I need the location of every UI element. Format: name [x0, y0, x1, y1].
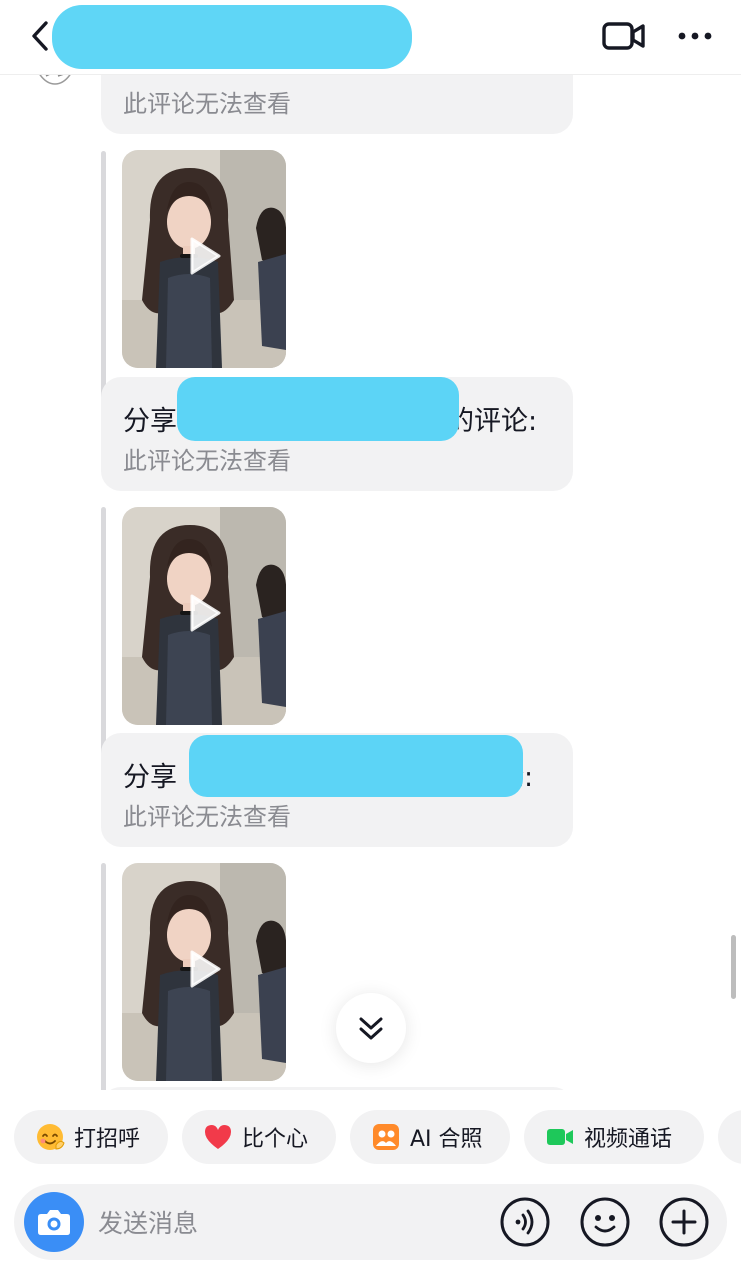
heart-icon — [205, 1125, 231, 1149]
video-thumbnail[interactable] — [122, 150, 286, 368]
shared-comment-bubble[interactable]: 分享论: 此评论无法查看 — [101, 733, 573, 847]
video-call-icon — [547, 1129, 573, 1145]
shared-comment-bubble[interactable] — [101, 1087, 573, 1090]
double-chevron-down-icon — [359, 1017, 383, 1040]
chip-label: 打招呼 — [74, 1127, 141, 1152]
more-options-button[interactable] — [674, 22, 716, 50]
chip-more[interactable] — [718, 1110, 741, 1164]
message-list[interactable]: 此评论无法查看 分享 的评论: 此评论无法查看 分享 此评论无法查看 — [0, 75, 741, 1090]
chat-header — [0, 0, 741, 75]
video-thumbnail[interactable] — [122, 507, 286, 725]
shared-comment-bubble[interactable]: 分享 的评论: 此评论无法查看 — [101, 377, 573, 491]
play-icon — [190, 950, 221, 988]
chip-label: AI 合照 — [410, 1127, 483, 1152]
play-icon — [190, 594, 221, 632]
avatar[interactable] — [34, 75, 76, 86]
plus-button[interactable] — [659, 1197, 709, 1247]
ai-photo-icon — [373, 1124, 399, 1150]
voice-icon — [500, 1197, 550, 1247]
username-redaction — [177, 377, 459, 441]
share-prefix: 分享 — [123, 406, 177, 437]
voice-button[interactable] — [500, 1197, 550, 1247]
play-icon — [190, 237, 221, 275]
chip-label: 视频通话 — [584, 1127, 673, 1152]
chip-ai-photo[interactable]: AI 合照 — [350, 1110, 510, 1164]
chip-heart[interactable]: 比个心 — [182, 1110, 336, 1164]
emoji-button[interactable] — [580, 1197, 630, 1247]
more-dots-icon — [678, 32, 712, 40]
scroll-to-bottom-button[interactable] — [336, 993, 406, 1063]
scrollbar[interactable] — [731, 935, 736, 999]
chip-say-hi[interactable]: 打招呼 — [14, 1110, 168, 1164]
wave-emoji-icon — [37, 1124, 65, 1150]
share-suffix: 的评论: — [447, 406, 538, 437]
contact-name-redaction — [52, 5, 412, 69]
plus-icon — [659, 1197, 709, 1247]
comment-unavailable-text: 此评论无法查看 — [123, 447, 291, 475]
shared-comment-bubble[interactable]: 此评论无法查看 — [101, 75, 573, 134]
camera-button[interactable] — [24, 1192, 84, 1252]
message-input[interactable] — [96, 1202, 480, 1244]
share-prefix: 分享 — [123, 762, 177, 793]
chip-video-call[interactable]: 视频通话 — [524, 1110, 704, 1164]
comment-unavailable-text: 此评论无法查看 — [123, 90, 291, 118]
quick-action-bar: 打招呼 比个心 AI 合照 视频通话 — [0, 1110, 741, 1166]
chip-label: 比个心 — [242, 1127, 309, 1152]
emoji-icon — [580, 1197, 630, 1247]
camera-icon — [38, 1210, 70, 1235]
video-call-button[interactable] — [600, 18, 648, 54]
username-redaction — [189, 735, 523, 797]
quote-bar — [101, 863, 106, 1090]
video-camera-icon — [602, 22, 645, 50]
video-thumbnail[interactable] — [122, 863, 286, 1081]
comment-unavailable-text: 此评论无法查看 — [123, 803, 291, 831]
message-composer — [14, 1184, 727, 1260]
